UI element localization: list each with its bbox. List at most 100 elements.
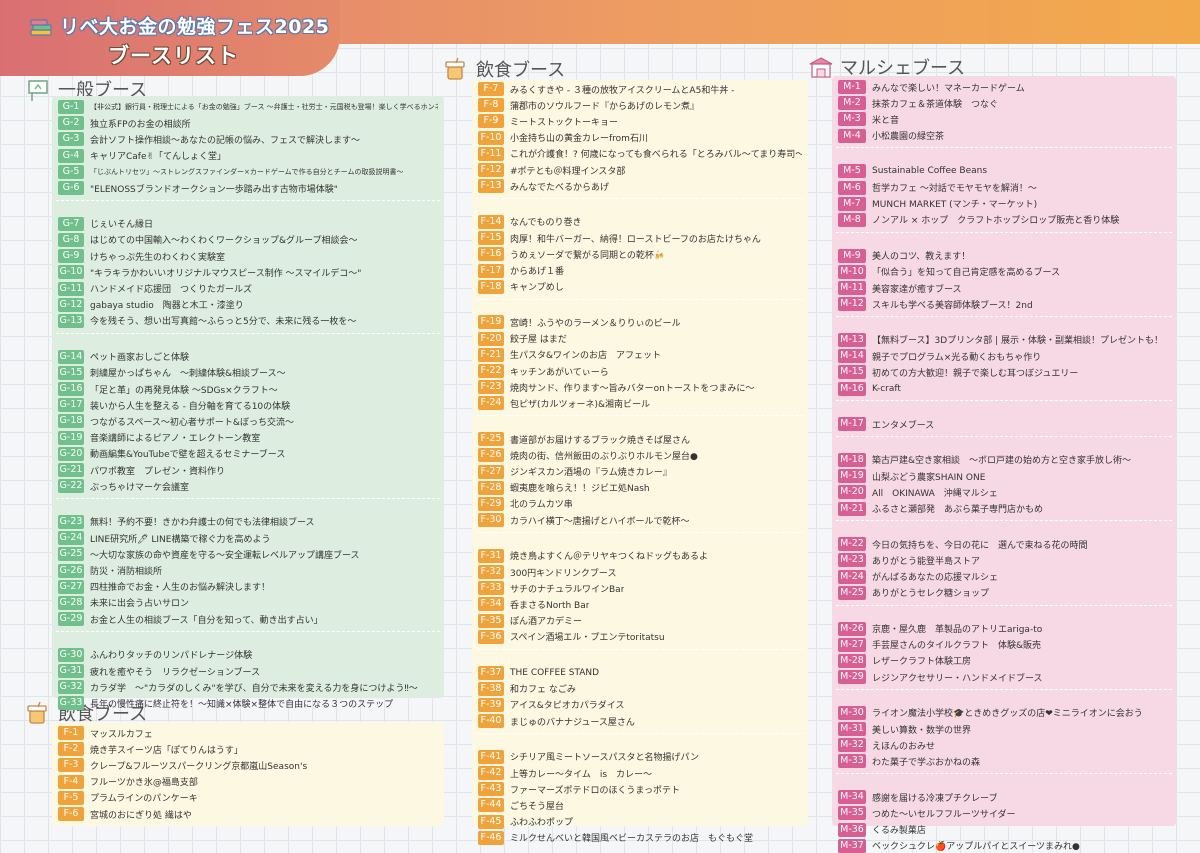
booth-id-badge: M-33 <box>838 754 866 769</box>
booth-id-badge: M-17 <box>838 417 866 432</box>
booth-id-badge: M-28 <box>838 653 866 668</box>
booth-row: M-19 山梨ぶどう農家SHAIN ONE <box>838 469 1170 484</box>
booth-row: M-1 みんなで楽しい！マネーカードゲーム <box>838 80 1170 94</box>
booth-row: M-27 手芸屋さんのタイルクラフト 体験&販売 <box>838 637 1170 652</box>
group-divider <box>56 498 440 500</box>
booth-row: M-17 エンタメブース <box>838 417 1170 432</box>
booth-name: ジンギスカン酒場の『ラム焼きカレー』 <box>510 468 672 478</box>
booth-row: F-10 小金持ち山の黄金カレーfrom石川 <box>478 130 802 145</box>
booth-name: みるくすきや - ３種の放牧アイスクリームとA5和牛丼 - <box>510 85 735 96</box>
booth-row: G-23 無料！予約不要！きかわ弁護士の何でも法律相談ブース <box>58 514 438 529</box>
booth-id-badge: F-7 <box>478 82 504 96</box>
booth-name: マッスルカフェ <box>90 729 153 740</box>
booth-row: M-7 MUNCH MARKET (マンチ・マーケット) <box>838 196 1170 211</box>
booth-name: 米と音 <box>872 115 900 126</box>
booth-id-badge: G-13 <box>58 313 84 328</box>
booth-id-badge: F-19 <box>478 315 504 330</box>
booth-row: G-9 けちゃっぷ先生のわくわく実験室 <box>58 249 438 264</box>
booth-name: 感謝を届ける冷凍プチクレープ <box>872 793 998 804</box>
booth-row: M-23 ありがとう能登半島ストア <box>838 553 1170 568</box>
booth-name: 焼き鳥よすくん＠テリヤキつくねドッグもあるよ <box>510 552 709 563</box>
booth-id-badge: M-34 <box>838 790 866 805</box>
booth-id-badge: M-22 <box>838 537 866 552</box>
booth-name: ミルクせんべいと韓国風ベビーカステラのお店 もぐもぐ堂 <box>510 834 754 845</box>
booth-id-badge: G-30 <box>58 647 84 662</box>
booth-row: G-30 ふんわりタッチのリンパドレナージ体験 <box>58 647 438 662</box>
booth-row: F-1 マッスルカフェ <box>58 726 438 740</box>
booth-id-badge: F-46 <box>478 830 504 845</box>
booth-name: ファーマーズポテドロのほくうまっポテト <box>510 785 681 796</box>
booth-name: 「じぶんトリセツ」〜ストレングスファインダー×カードゲームで作る自分とチームの取… <box>90 167 404 176</box>
booth-id-badge: F-33 <box>478 581 504 596</box>
booth-row: G-13 今を残そう、想い出写真館〜ふらっと5分で、未来に残る一枚を〜 <box>58 313 438 328</box>
booth-name: じぇいそん縁日 <box>90 220 154 231</box>
booth-id-badge: M-1 <box>838 80 866 94</box>
booth-row: M-28 レザークラフト体験工房 <box>838 653 1170 668</box>
booth-name: 焼肉サンド、作ります〜旨みバターonトーストをつまみに〜 <box>510 383 755 394</box>
booth-row: M-14 親子でプログラム×光る動くおもちゃ作り <box>838 349 1170 364</box>
booth-id-badge: F-10 <box>478 130 504 145</box>
food-section-title: 飲食ブース <box>476 60 566 81</box>
booth-name: ふわふわポップ <box>510 818 574 829</box>
booth-name: エンタメブース <box>872 420 935 431</box>
booth-name: アイス&タピオカパラダイス <box>510 701 625 712</box>
booth-row: G-27 四柱推命でお金・人生のお悩み解決します！ <box>58 579 438 594</box>
booth-id-badge: G-19 <box>58 430 84 445</box>
booth-name: えほんのおみせ <box>872 741 936 752</box>
booth-row: F-30 カラハイ横丁〜唐揚げとハイボールで乾杯〜 <box>478 513 802 528</box>
booth-row: G-1 【非公式】銀行員・税理士による「お金の勉強」ブース 〜弁護士・社労士・元国… <box>58 100 438 114</box>
booth-name: 蝦夷鹿を喰らえ！！ジビエ処Nash <box>510 484 650 495</box>
booth-row: M-29 レジンアクセサリー・ハンドメイドブース <box>838 670 1170 685</box>
booth-row: G-17 装いから人生を整える - 自分軸を育てる10の体験 <box>58 398 438 413</box>
booth-id-badge: F-40 <box>478 714 504 729</box>
booth-name: キャンプめし <box>510 283 564 294</box>
booth-row: F-44 ごちそう屋台 <box>478 798 802 813</box>
booth-row: F-9 ミートストックトーキョー <box>478 114 802 129</box>
booth-id-badge: F-16 <box>478 247 504 262</box>
booth-id-badge: F-2 <box>58 742 84 757</box>
booth-row: M-4 小松農園の緑空茶 <box>838 128 1170 143</box>
booth-name: スペイン酒場エル・プエンテtoritatsu <box>510 633 665 644</box>
booth-name: 未来に出会う占いサロン <box>90 599 190 610</box>
booth-id-badge: F-32 <box>478 565 504 579</box>
booth-id-badge: F-34 <box>478 597 504 612</box>
booth-id-badge: F-17 <box>478 263 504 278</box>
booth-name: つながるスペース〜初心者サポート&ぼっち交流〜 <box>90 417 294 428</box>
booth-name: K-craft <box>872 383 901 394</box>
booth-name: 独立系FPのお金の相談所 <box>90 119 191 130</box>
booth-row: F-13 みんなでたべるからあげ <box>478 179 802 194</box>
booth-row: M-16 K-craft <box>838 381 1170 396</box>
booth-name: ハンドメイド応援団 つくりたガールズ <box>90 285 253 295</box>
booth-row: G-18 つながるスペース〜初心者サポート&ぼっち交流〜 <box>58 414 438 429</box>
booth-name: 疲れを癒やそう リラクゼーションブース <box>90 667 261 678</box>
booth-row: M-6 哲学カフェ 〜対話でモヤモヤを解消！〜 <box>838 180 1170 195</box>
booth-id-badge: M-19 <box>838 469 866 484</box>
booth-id-badge: G-3 <box>58 132 84 147</box>
booth-row: G-24 LINE研究所🖊 LINE構築で稼ぐ力を高めよう <box>58 531 438 546</box>
booth-id-badge: M-5 <box>838 164 866 179</box>
booth-row: M-3 米と音 <box>838 112 1170 127</box>
booth-id-badge: F-8 <box>478 98 504 113</box>
booth-row: M-30 ライオン魔法小学校🎓ときめきグッズの店❤ミニライオンに会おう <box>838 705 1170 720</box>
booth-row: M-36 くるみ製菓店 <box>838 822 1170 837</box>
booth-row: F-43 ファーマーズポテドロのほくうまっポテト <box>478 782 802 797</box>
booth-id-badge: F-25 <box>478 432 504 447</box>
group-divider <box>836 400 1172 402</box>
group-divider <box>476 531 804 533</box>
booth-id-badge: M-30 <box>838 705 866 720</box>
booth-row: F-14 なんでものり巻き <box>478 214 802 229</box>
booth-id-badge: M-12 <box>838 297 866 312</box>
booth-name: 「似合う」を知って自己肯定感を高めるブース <box>872 268 1061 279</box>
booth-id-badge: M-9 <box>838 248 866 263</box>
booth-name: 包ピザ(カルツォーネ)&湘南ビール <box>510 399 651 410</box>
group-divider <box>836 773 1172 775</box>
booth-name: 今日の気持ちを、今日の花に 選んで束ねる花の時間 <box>872 540 1088 551</box>
booth-id-badge: G-21 <box>58 463 84 477</box>
booth-name: 〜大切な家族の命や資産を守る〜安全運転レベルアップ講座ブース <box>90 550 360 561</box>
booth-id-badge: M-7 <box>838 196 866 211</box>
booth-row: F-7 みるくすきや - ３種の放牧アイスクリームとA5和牛丼 - <box>478 82 802 96</box>
booth-id-badge: G-1 <box>58 100 84 114</box>
booth-name: 山梨ぶどう農家SHAIN ONE <box>872 472 986 483</box>
booth-id-badge: F-11 <box>478 146 504 161</box>
booth-row: F-37 THE COFFEE STAND <box>478 665 802 680</box>
